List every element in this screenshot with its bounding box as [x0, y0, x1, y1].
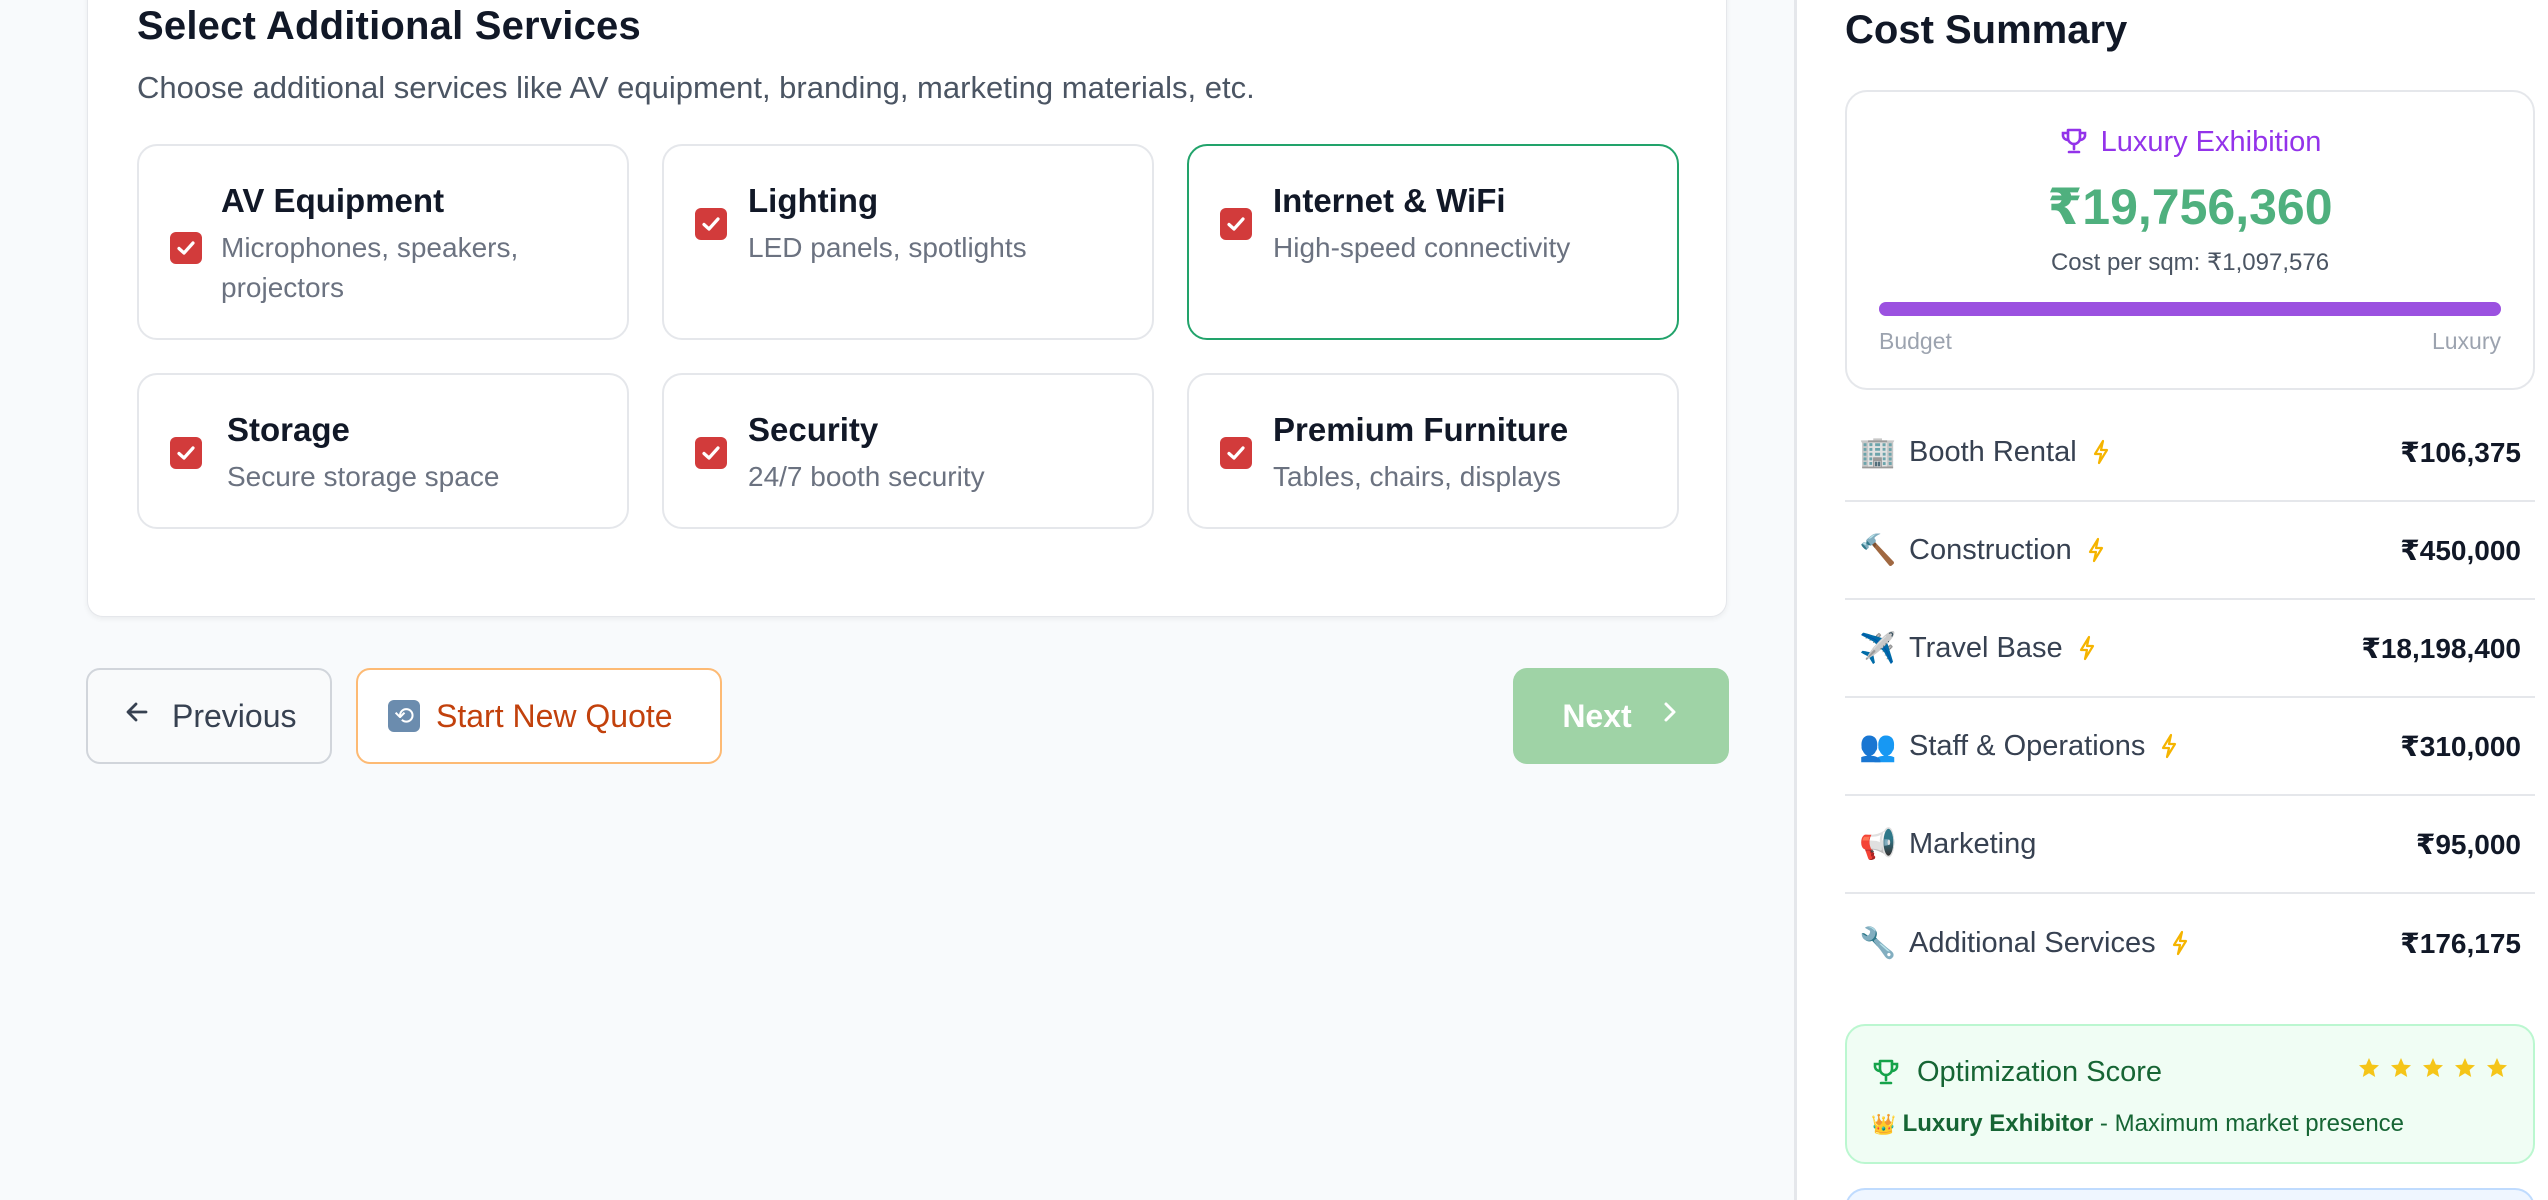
refresh-icon: ⟲	[388, 700, 420, 732]
star-icon	[2487, 1058, 2507, 1077]
tier-scale-fill	[1879, 302, 2501, 316]
next-info-card	[1845, 1188, 2535, 1200]
cost-item-marketing: 📢 Marketing ₹95,000	[1845, 796, 2535, 894]
service-card-premium-furniture[interactable]: Premium Furniture Tables, chairs, displa…	[1187, 373, 1679, 529]
megaphone-icon: 📢	[1859, 827, 1897, 861]
total-cost: ₹19,756,360	[2047, 179, 2333, 235]
service-description: Microphones, speakers, projectors	[221, 232, 519, 303]
cost-summary-sidebar: Cost Summary Luxury Exhibition ₹19,756,3…	[1794, 0, 2548, 1200]
wrench-icon: 🔧	[1859, 926, 1897, 960]
service-name: Internet & WiFi	[1273, 182, 1506, 219]
services-card: Select Additional Services Choose additi…	[87, 0, 1727, 617]
cost-item-label: Travel Base	[1909, 631, 2063, 664]
service-name: Storage	[227, 411, 350, 448]
checkbox-checked-icon[interactable]	[170, 437, 202, 469]
checkbox-checked-icon[interactable]	[1220, 208, 1252, 240]
services-grid: AV Equipment Microphones, speakers, proj…	[137, 144, 1679, 529]
cost-item-amount: ₹310,000	[2400, 730, 2521, 762]
lightning-icon	[2086, 537, 2106, 563]
chevron-right-icon	[1660, 699, 1680, 733]
lightning-icon	[2159, 733, 2179, 759]
hammer-icon: 🔨	[1859, 533, 1897, 567]
lightning-icon	[2091, 439, 2111, 465]
building-icon: 🏢	[1859, 435, 1897, 469]
trophy-icon	[1873, 1059, 1899, 1085]
checkbox-checked-icon[interactable]	[1220, 437, 1252, 469]
service-card-storage[interactable]: Storage Secure storage space	[137, 373, 629, 529]
service-name: Premium Furniture	[1273, 411, 1569, 448]
cost-item-travel-base: ✈️ Travel Base ₹18,198,400	[1845, 600, 2535, 698]
optimization-badge: Luxury Exhibitor	[1902, 1110, 2094, 1137]
cost-per-sqm: Cost per sqm: ₹1,097,576	[2050, 249, 2330, 276]
cost-item-additional-services: 🔧 Additional Services ₹176,175	[1845, 894, 2535, 992]
service-description: High-speed connectivity	[1273, 232, 1571, 263]
cost-summary-title: Cost Summary	[1845, 8, 2128, 52]
service-card-lighting[interactable]: Lighting LED panels, spotlights	[662, 144, 1154, 340]
previous-button[interactable]: Previous	[86, 668, 332, 764]
services-title: Select Additional Services	[137, 4, 641, 48]
start-new-quote-label: Start New Quote	[436, 697, 673, 734]
cost-item-amount: ₹106,375	[2400, 436, 2521, 468]
lightning-icon	[2170, 930, 2190, 956]
cost-item-label: Staff & Operations	[1909, 729, 2146, 762]
people-icon: 👥	[1859, 729, 1897, 763]
main-panel: Select Additional Services Choose additi…	[0, 0, 1794, 1200]
lightning-icon	[2077, 635, 2097, 661]
tier-name: Luxury Exhibition	[2100, 126, 2322, 158]
optimization-description: 👑 Luxury Exhibitor - Maximum market pres…	[1871, 1110, 2404, 1138]
cost-item-staff-operations: 👥 Staff & Operations ₹310,000	[1845, 698, 2535, 796]
cost-item-booth-rental: 🏢 Booth Rental ₹106,375	[1845, 404, 2535, 502]
arrow-left-icon	[124, 699, 150, 733]
star-icon	[2359, 1058, 2379, 1077]
crown-icon: 👑	[1871, 1114, 1896, 1136]
checkbox-checked-icon[interactable]	[695, 437, 727, 469]
cost-item-amount: ₹95,000	[2415, 828, 2521, 860]
airplane-icon: ✈️	[1859, 631, 1897, 665]
scale-max-label: Luxury	[2431, 328, 2501, 354]
scale-min-label: Budget	[1879, 328, 1952, 354]
checkbox-checked-icon[interactable]	[170, 232, 202, 264]
service-card-security[interactable]: Security 24/7 booth security	[662, 373, 1154, 529]
cost-item-amount: ₹18,198,400	[2361, 632, 2521, 664]
optimization-detail: - Maximum market presence	[2093, 1110, 2405, 1137]
service-card-av-equipment[interactable]: AV Equipment Microphones, speakers, proj…	[137, 144, 629, 340]
service-name: Security	[748, 411, 879, 448]
optimization-title-text: Optimization Score	[1917, 1056, 2162, 1088]
cost-item-label: Booth Rental	[1909, 435, 2077, 468]
start-new-quote-button[interactable]: ⟲ Start New Quote	[356, 668, 722, 764]
cost-item-label: Marketing	[1909, 827, 2037, 860]
service-card-internet-wifi[interactable]: Internet & WiFi High-speed connectivity	[1187, 144, 1679, 340]
next-button[interactable]: Next	[1513, 668, 1729, 764]
service-description: 24/7 booth security	[748, 461, 985, 492]
service-description: LED panels, spotlights	[748, 232, 1027, 263]
service-description: Tables, chairs, displays	[1273, 461, 1561, 492]
cost-items-list: 🏢 Booth Rental ₹106,375 🔨 Construction ₹…	[1845, 404, 2535, 992]
cost-item-construction: 🔨 Construction ₹450,000	[1845, 502, 2535, 600]
cost-item-amount: ₹176,175	[2400, 927, 2521, 959]
star-rating	[2357, 1056, 2509, 1080]
tier-card: Luxury Exhibition ₹19,756,360 Cost per s…	[1845, 90, 2535, 390]
cost-item-amount: ₹450,000	[2400, 534, 2521, 566]
star-icon	[2455, 1058, 2475, 1077]
cost-item-label: Construction	[1909, 533, 2072, 566]
star-icon	[2423, 1058, 2443, 1077]
optimization-title: Optimization Score	[1871, 1056, 2162, 1089]
tier-label: Luxury Exhibition	[1847, 126, 2533, 159]
service-description: Secure storage space	[227, 461, 500, 492]
service-name: AV Equipment	[221, 182, 445, 219]
service-name: Lighting	[748, 182, 879, 219]
trophy-icon	[2061, 128, 2086, 154]
tier-scale-bar	[1879, 302, 2501, 316]
previous-label: Previous	[172, 697, 297, 734]
checkbox-checked-icon[interactable]	[695, 208, 727, 240]
next-label: Next	[1562, 697, 1632, 734]
services-description: Choose additional services like AV equip…	[137, 70, 1255, 105]
cost-item-label: Additional Services	[1909, 926, 2156, 959]
star-icon	[2391, 1058, 2411, 1077]
optimization-score-card: Optimization Score 👑 Luxury Exhibitor - …	[1845, 1024, 2535, 1164]
